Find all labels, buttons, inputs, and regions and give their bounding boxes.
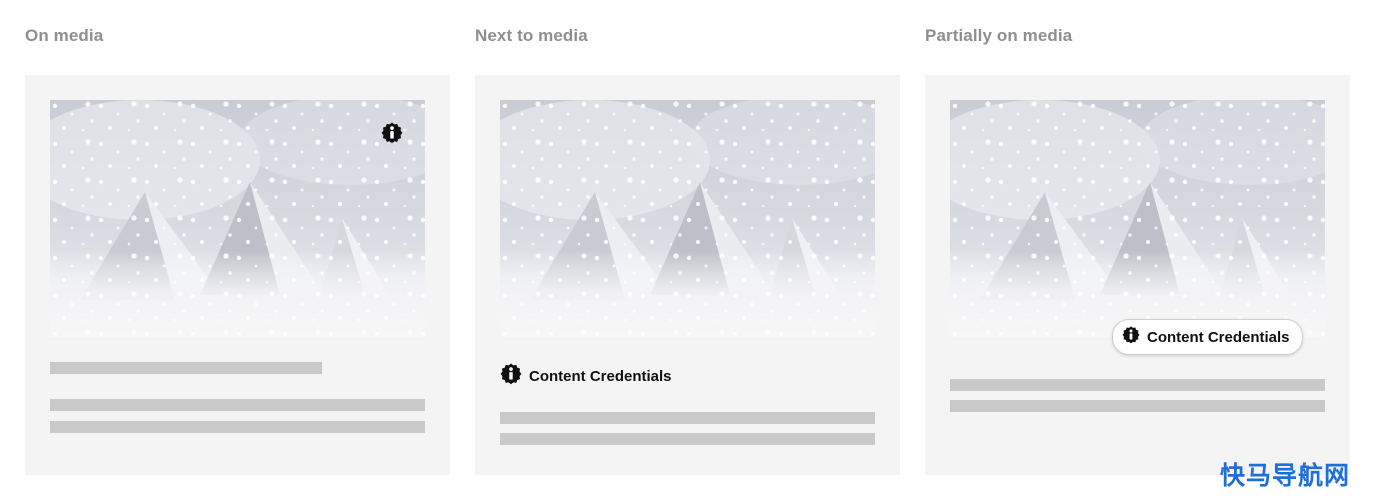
placeholder-line bbox=[500, 412, 875, 424]
column-title-next-to-media: Next to media bbox=[475, 26, 588, 45]
card-on-media bbox=[25, 75, 450, 475]
info-badge-icon bbox=[500, 363, 522, 389]
info-badge-icon[interactable] bbox=[381, 122, 403, 144]
media-image bbox=[50, 100, 425, 337]
column-title-partially-on-media: Partially on media bbox=[925, 26, 1073, 45]
content-credentials-text: Content Credentials bbox=[529, 367, 672, 385]
media-image bbox=[950, 100, 1325, 337]
content-credentials-label[interactable]: Content Credentials bbox=[500, 363, 672, 389]
placeholder-line bbox=[50, 362, 322, 374]
watermark-logo: 快马导航网 bbox=[1219, 462, 1350, 490]
content-credentials-text: Content Credentials bbox=[1147, 328, 1290, 346]
media-image bbox=[500, 100, 875, 337]
column-title-on-media: On media bbox=[25, 26, 104, 45]
placeholder-line bbox=[50, 399, 425, 411]
card-partially-on-media: Content Credentials bbox=[925, 75, 1350, 475]
placeholder-line bbox=[950, 379, 1325, 391]
placeholder-line bbox=[950, 400, 1325, 412]
card-next-to-media: Content Credentials bbox=[475, 75, 900, 475]
placeholder-line bbox=[500, 433, 875, 445]
content-credentials-pill[interactable]: Content Credentials bbox=[1112, 319, 1303, 355]
info-badge-icon bbox=[1122, 326, 1140, 348]
placeholder-line bbox=[50, 421, 425, 433]
